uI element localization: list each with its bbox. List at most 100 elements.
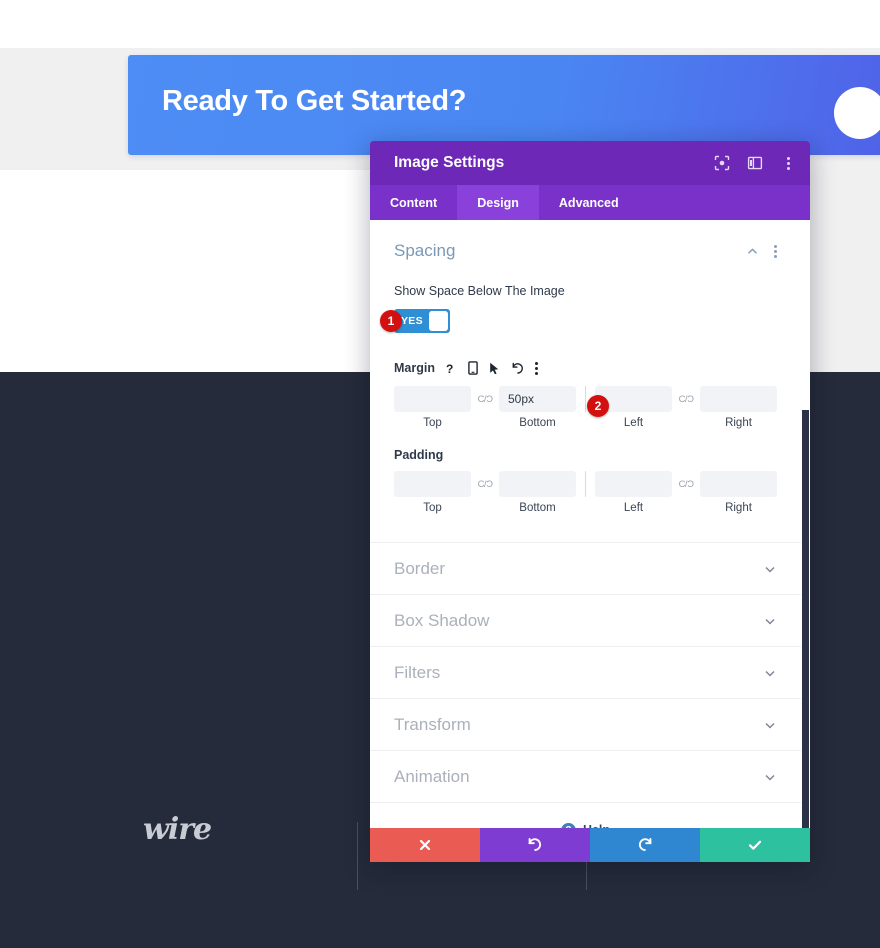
chevron-down-icon xyxy=(763,666,777,680)
show-space-toggle-row: 1 YES xyxy=(380,309,777,333)
site-logo: wire xyxy=(143,812,229,854)
padding-bottom-input[interactable] xyxy=(499,471,576,497)
cancel-button[interactable] xyxy=(370,828,480,862)
svg-text:?: ? xyxy=(446,362,453,375)
focus-icon[interactable] xyxy=(714,155,730,171)
padding-horizontal-group: Left C/Ɔ Right xyxy=(595,471,777,514)
modal-title: Image Settings xyxy=(394,154,505,171)
cta-title: Ready To Get Started? xyxy=(162,85,467,117)
collapsed-sections: Border Box Shadow Filters Transform Anim… xyxy=(370,542,801,803)
margin-vertical-link-icon[interactable]: C/Ɔ xyxy=(471,386,499,412)
margin-bottom-cell: Bottom xyxy=(499,386,576,429)
margin-label: Margin xyxy=(394,361,435,375)
padding-right-input[interactable] xyxy=(700,471,777,497)
margin-top-input[interactable] xyxy=(394,386,471,412)
modal-body: Spacing Show Space Below The Image 1 YES… xyxy=(370,220,810,828)
footer-divider-left xyxy=(357,822,358,890)
margin-bottom-input[interactable] xyxy=(499,386,576,412)
modal-scrollbar-track[interactable] xyxy=(801,220,810,828)
section-transform[interactable]: Transform xyxy=(370,699,801,751)
toggle-knob xyxy=(428,311,448,331)
chevron-down-icon xyxy=(763,718,777,732)
padding-vertical-link-icon[interactable]: C/Ɔ xyxy=(471,471,499,497)
section-border-label: Border xyxy=(394,558,446,578)
padding-group-separator xyxy=(585,471,586,497)
margin-horizontal-link-icon[interactable]: C/Ɔ xyxy=(672,386,700,412)
margin-top-cell: Top xyxy=(394,386,471,429)
padding-top-input[interactable] xyxy=(394,471,471,497)
margin-top-caption: Top xyxy=(423,417,442,429)
margin-header-row: Margin ? xyxy=(394,359,777,377)
margin-group-separator xyxy=(585,386,586,412)
help-label: Help xyxy=(583,823,610,828)
padding-top-cell: Top xyxy=(394,471,471,514)
margin-more-icon[interactable] xyxy=(534,361,538,376)
section-animation-label: Animation xyxy=(394,766,470,786)
section-filters-label: Filters xyxy=(394,662,441,682)
cursor-pointer-icon[interactable] xyxy=(489,362,500,375)
padding-left-input[interactable] xyxy=(595,471,672,497)
padding-top-caption: Top xyxy=(423,502,442,514)
padding-bottom-cell: Bottom xyxy=(499,471,576,514)
chevron-down-icon xyxy=(763,562,777,576)
tab-content[interactable]: Content xyxy=(370,185,457,220)
padding-bottom-caption: Bottom xyxy=(519,502,556,514)
help-question-icon[interactable]: ? xyxy=(445,362,457,375)
mobile-device-icon[interactable] xyxy=(468,361,478,375)
spacing-section-header: Spacing xyxy=(394,238,777,264)
margin-right-input[interactable] xyxy=(700,386,777,412)
padding-right-caption: Right xyxy=(725,502,752,514)
save-button[interactable] xyxy=(700,828,810,862)
page-background-white-top xyxy=(0,0,880,48)
section-transform-label: Transform xyxy=(394,714,471,734)
padding-right-cell: Right xyxy=(700,471,777,514)
margin-fields: 2 Top C/Ɔ Bottom xyxy=(394,386,777,429)
step-badge-1: 1 xyxy=(380,310,402,332)
section-box-shadow-label: Box Shadow xyxy=(394,610,490,630)
spacing-section: Spacing Show Space Below The Image 1 YES… xyxy=(370,220,801,518)
padding-left-caption: Left xyxy=(623,502,644,514)
chevron-up-icon[interactable] xyxy=(746,245,759,258)
section-box-shadow[interactable]: Box Shadow xyxy=(370,595,801,647)
modal-scroll-area: Spacing Show Space Below The Image 1 YES… xyxy=(370,220,801,828)
padding-label: Padding xyxy=(394,448,444,462)
margin-right-cell: Right xyxy=(700,386,777,429)
chevron-down-icon xyxy=(763,614,777,628)
margin-right-caption: Right xyxy=(725,417,752,429)
spacing-more-icon[interactable] xyxy=(774,244,777,259)
screenshot-root: Ready To Get Started? wire Image Setting… xyxy=(0,0,880,948)
section-animation[interactable]: Animation xyxy=(370,751,801,803)
padding-fields: Top C/Ɔ Bottom Left C/Ɔ Right xyxy=(394,471,777,514)
margin-horizontal-group: Left C/Ɔ Right xyxy=(595,386,777,429)
undo-button[interactable] xyxy=(480,828,590,862)
more-vertical-icon[interactable] xyxy=(780,155,796,171)
cta-circle-decoration xyxy=(834,87,880,139)
reset-undo-icon[interactable] xyxy=(511,362,524,375)
step-badge-2: 2 xyxy=(587,395,609,417)
modal-tabs: Content Design Advanced xyxy=(370,185,810,220)
modal-scrollbar-thumb[interactable] xyxy=(802,410,809,828)
chevron-down-icon xyxy=(763,770,777,784)
margin-vertical-group: Top C/Ɔ Bottom xyxy=(394,386,576,429)
margin-left-caption: Left xyxy=(623,417,644,429)
help-row[interactable]: ? Help xyxy=(370,803,801,828)
tab-advanced[interactable]: Advanced xyxy=(539,185,639,220)
tab-design[interactable]: Design xyxy=(457,185,539,220)
image-settings-modal: Image Settings Content Design Advanced S… xyxy=(370,141,810,862)
cta-banner: Ready To Get Started? xyxy=(128,55,880,155)
section-filters[interactable]: Filters xyxy=(370,647,801,699)
modal-header-icons xyxy=(714,155,796,171)
padding-vertical-group: Top C/Ɔ Bottom xyxy=(394,471,576,514)
help-circle-icon: ? xyxy=(560,822,576,828)
redo-button[interactable] xyxy=(590,828,700,862)
show-space-toggle[interactable]: YES xyxy=(394,309,450,333)
spacing-section-controls xyxy=(746,244,777,259)
show-space-label: Show Space Below The Image xyxy=(394,284,565,298)
padding-left-cell: Left xyxy=(595,471,672,514)
section-border[interactable]: Border xyxy=(370,543,801,595)
logo-text: wire xyxy=(143,812,212,847)
layout-panel-icon[interactable] xyxy=(747,155,763,171)
margin-icon-group: ? xyxy=(445,361,538,376)
padding-horizontal-link-icon[interactable]: C/Ɔ xyxy=(672,471,700,497)
spacing-section-title: Spacing xyxy=(394,241,456,260)
